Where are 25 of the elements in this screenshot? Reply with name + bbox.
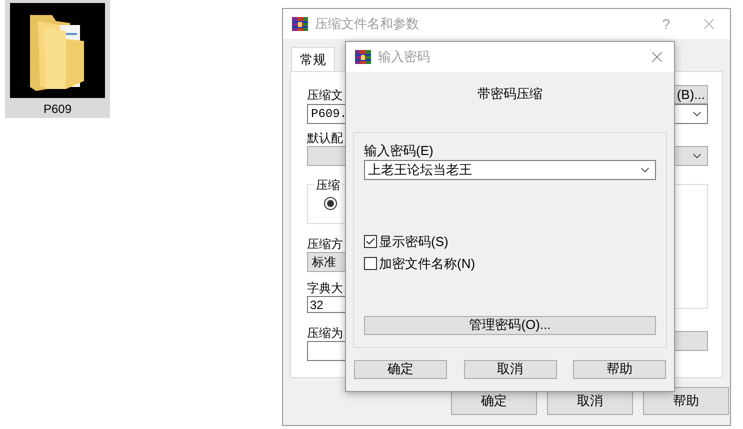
field-label: 压缩方 — [307, 236, 343, 252]
field-label: 输入密码(E) — [364, 142, 434, 158]
checkbox[interactable] — [364, 257, 377, 270]
dialog-button[interactable]: 确定 — [354, 360, 447, 378]
checkbox-label: 加密文件名称(N) — [379, 254, 476, 273]
dialog-title: 输入密码 — [378, 48, 430, 66]
password-combo[interactable]: 上老王论坛当老王 — [364, 160, 656, 180]
manage-passwords-button[interactable]: 管理密码(O)... — [364, 316, 656, 334]
desktop-icon[interactable]: P609 — [5, 0, 110, 118]
window-title: 压缩文件名和参数 — [315, 15, 419, 34]
dialog-button[interactable]: 帮助 — [573, 360, 666, 378]
file-name: P609 — [43, 101, 72, 118]
radio-button[interactable] — [324, 197, 337, 210]
field-label: 默认配 — [307, 130, 343, 146]
dialog-button[interactable]: 取消 — [464, 360, 556, 378]
dialog-heading: 带密码压缩 — [478, 85, 542, 103]
field-label: 压缩为 — [307, 325, 343, 341]
archive-app-icon — [291, 16, 309, 32]
archive-app-icon — [354, 49, 372, 65]
tab[interactable]: 常规 — [291, 47, 335, 71]
field-label: 压缩文 — [307, 87, 343, 104]
dialog-button[interactable]: 帮助 — [643, 387, 729, 415]
checkbox-label: 显示密码(S) — [379, 232, 448, 251]
checkbox[interactable] — [364, 235, 377, 248]
field-label: 字典大 — [307, 280, 343, 296]
